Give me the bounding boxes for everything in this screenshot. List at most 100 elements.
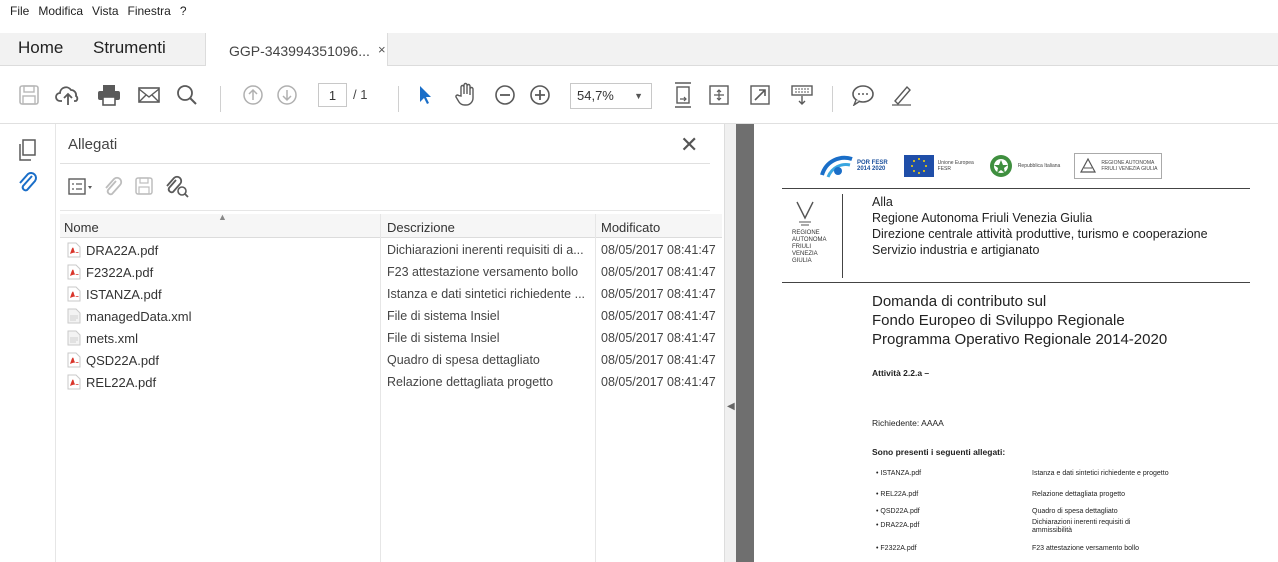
- options-menu-icon[interactable]: [68, 177, 94, 200]
- table-row[interactable]: DRA22A.pdf Dichiarazioni inerenti requis…: [60, 240, 722, 262]
- header-logos: POR FESR 2014 2020 Unione Europea FESR R…: [820, 146, 1163, 186]
- next-page-icon[interactable]: [272, 80, 302, 110]
- regione-fvg-logo: REGIONE AUTONOMA FRIULI VENEZIA GIULIA: [1074, 153, 1163, 179]
- collapse-panel-icon[interactable]: ◀: [727, 401, 735, 412]
- print-icon[interactable]: [94, 80, 124, 110]
- divider: [782, 282, 1250, 283]
- menu-vista[interactable]: Vista: [92, 4, 118, 18]
- fit-width-icon[interactable]: [704, 80, 734, 110]
- applicant-label: Richiedente: AAAA: [872, 418, 944, 428]
- attachment-list-desc: Quadro di spesa dettagliato: [1032, 508, 1118, 515]
- cloud-upload-icon[interactable]: [53, 80, 83, 110]
- table-row[interactable]: F2322A.pdf F23 attestazione versamento b…: [60, 262, 722, 284]
- menu-modifica[interactable]: Modifica: [38, 4, 83, 18]
- title-line: Domanda di contributo sul: [872, 293, 1047, 310]
- attachment-list-item: • REL22A.pdf: [876, 491, 919, 498]
- table-header: Nome ▲ Descrizione Modificato: [60, 212, 722, 238]
- close-panel-icon[interactable]: ✕: [680, 132, 698, 158]
- table-row[interactable]: ISTANZA.pdf Istanza e dati sintetici ric…: [60, 284, 722, 306]
- eu-flag-logo: Unione Europea FESR: [903, 155, 974, 177]
- attachments-toolbar: [68, 174, 198, 202]
- table-row[interactable]: QSD22A.pdf Quadro di spesa dettagliato 0…: [60, 350, 722, 372]
- zoom-out-icon[interactable]: [490, 80, 520, 110]
- left-navigation-rail: [0, 124, 56, 562]
- select-cursor-icon[interactable]: [410, 80, 440, 110]
- menu-help[interactable]: ?: [180, 4, 187, 18]
- attachment-description: Dichiarazioni inerenti requisiti di a...: [387, 243, 584, 257]
- pdf-file-icon: [67, 242, 81, 258]
- attachment-list-desc: Relazione dettagliata progetto: [1032, 491, 1126, 498]
- address-line: Servizio industria e artigianato: [872, 243, 1040, 257]
- hand-tool-icon[interactable]: [450, 80, 480, 110]
- open-attachment-icon[interactable]: [102, 175, 126, 202]
- chevron-down-icon: ▼: [634, 91, 643, 101]
- tab-tools[interactable]: Strumenti: [93, 38, 166, 58]
- attachments-heading: Sono presenti i seguenti allegati:: [872, 447, 1006, 457]
- previous-page-icon[interactable]: [238, 80, 268, 110]
- panel-splitter[interactable]: ◀: [724, 124, 736, 562]
- attachment-name: F2322A.pdf: [86, 265, 154, 280]
- toolbar: 1 / 1 54,7% ▼: [0, 66, 1278, 124]
- pdf-file-icon: [67, 286, 81, 302]
- regione-crest: REGIONE AUTONOMA FRIULI VENEZIA GIULIA: [786, 194, 843, 278]
- table-row[interactable]: managedData.xml File di sistema Insiel 0…: [60, 306, 722, 328]
- attachment-list-desc: Dichiarazioni inerenti requisiti di ammi…: [1032, 519, 1131, 534]
- attachments-title: Allegati: [68, 136, 118, 153]
- divider: [60, 163, 710, 164]
- attachments-panel: Allegati ✕ Nome ▲ Descrizione Modificato…: [56, 124, 724, 562]
- search-icon[interactable]: [172, 80, 202, 110]
- save-icon[interactable]: [14, 80, 44, 110]
- toolbar-separator: [398, 86, 399, 112]
- attachment-name: DRA22A.pdf: [86, 243, 159, 258]
- fit-page-icon[interactable]: [668, 80, 698, 110]
- attachment-description: Istanza e dati sintetici richiedente ...: [387, 287, 586, 301]
- tab-document[interactable]: GGP-343994351096... ×: [205, 33, 388, 67]
- sort-ascending-icon: ▲: [218, 212, 227, 222]
- table-row[interactable]: mets.xml File di sistema Insiel 08/05/20…: [60, 328, 722, 350]
- crest-text: REGIONE AUTONOMA FRIULI VENEZIA GIULIA: [792, 230, 827, 264]
- save-attachment-icon[interactable]: [134, 176, 156, 201]
- attachment-description: File di sistema Insiel: [387, 331, 500, 345]
- pdf-file-icon: [67, 374, 81, 390]
- attachment-list-item: • F2322A.pdf: [876, 545, 917, 552]
- attachment-description: File di sistema Insiel: [387, 309, 500, 323]
- document-gutter: [736, 124, 754, 562]
- attachment-list-desc: Istanza e dati sintetici richiedente e p…: [1032, 470, 1169, 477]
- attachment-description: Quadro di spesa dettagliato: [387, 353, 540, 367]
- attachment-modified: 08/05/2017 08:41:47: [601, 331, 716, 345]
- table-row[interactable]: REL22A.pdf Relazione dettagliata progett…: [60, 372, 722, 394]
- zoom-select[interactable]: 54,7% ▼: [570, 83, 652, 109]
- attachment-modified: 08/05/2017 08:41:47: [601, 243, 716, 257]
- column-header-name[interactable]: Nome: [64, 220, 99, 235]
- toolbar-separator: [220, 86, 221, 112]
- menu-file[interactable]: File: [10, 4, 29, 18]
- zoom-in-icon[interactable]: [525, 80, 555, 110]
- activity-label: Attività 2.2.a –: [872, 368, 930, 378]
- divider: [782, 188, 1250, 189]
- tab-home[interactable]: Home: [18, 38, 63, 58]
- search-attachment-icon[interactable]: [164, 175, 190, 202]
- attachment-name: ISTANZA.pdf: [86, 287, 162, 302]
- column-header-description[interactable]: Descrizione: [387, 220, 455, 235]
- attachment-modified: 08/05/2017 08:41:47: [601, 375, 716, 389]
- attachment-paperclip-icon[interactable]: [16, 170, 40, 194]
- address-line: Direzione centrale attività produttive, …: [872, 227, 1208, 241]
- keyboard-icon[interactable]: [787, 80, 817, 110]
- page-number-input[interactable]: 1: [318, 83, 347, 107]
- highlight-pen-icon[interactable]: [886, 80, 916, 110]
- menu-finestra[interactable]: Finestra: [128, 4, 171, 18]
- attachment-modified: 08/05/2017 08:41:47: [601, 265, 716, 279]
- title-line: Programma Operativo Regionale 2014-2020: [872, 331, 1168, 348]
- pages-icon[interactable]: [16, 138, 40, 162]
- attachment-list-item: • DRA22A.pdf: [876, 522, 920, 529]
- close-tab-icon[interactable]: ×: [378, 42, 386, 57]
- comment-icon[interactable]: [848, 80, 878, 110]
- repubblica-text: Repubblica Italiana: [1017, 163, 1061, 169]
- tab-bar: Home Strumenti GGP-343994351096... ×: [0, 33, 1278, 67]
- attachment-name: managedData.xml: [86, 309, 192, 324]
- xml-file-icon: [67, 330, 81, 346]
- page-total: / 1: [353, 87, 368, 102]
- column-header-modified[interactable]: Modificato: [601, 220, 660, 235]
- email-icon[interactable]: [134, 80, 164, 110]
- full-screen-icon[interactable]: [745, 80, 775, 110]
